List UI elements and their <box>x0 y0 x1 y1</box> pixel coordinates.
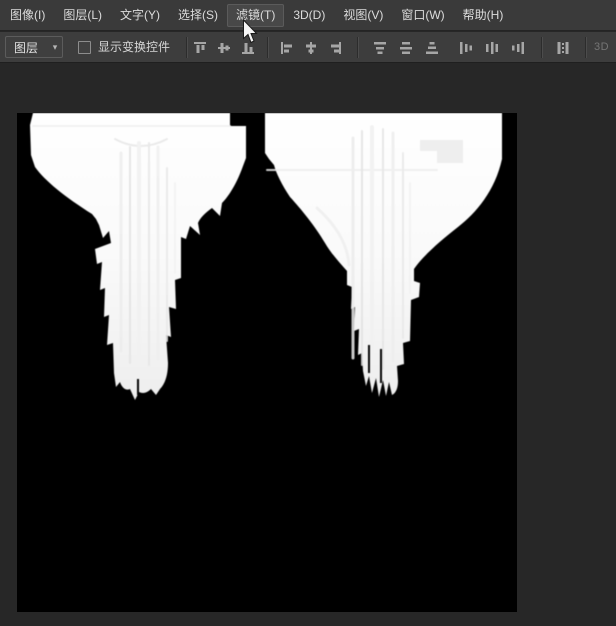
workspace <box>0 63 616 626</box>
align-right-edges-icon <box>327 40 343 56</box>
align-left-edges-button[interactable] <box>276 37 298 59</box>
separator <box>541 37 542 58</box>
distribute-bottom-edges-icon <box>424 40 440 56</box>
distribute-bottom-edges-button[interactable] <box>421 37 443 59</box>
distribute-top-edges-icon <box>372 40 388 56</box>
menu-list: 图像(I) 图层(L) 文字(Y) 选择(S) 滤镜(T) 3D(D) 视图(V… <box>0 0 616 27</box>
menu-item[interactable]: 视图(V) <box>334 4 392 27</box>
show-transform-controls-checkbox[interactable] <box>78 41 91 54</box>
menu-item[interactable]: 选择(S) <box>169 4 227 27</box>
align-vertical-centers-button[interactable] <box>213 37 235 59</box>
menu-bar: 图像(I) 图层(L) 文字(Y) 选择(S) 滤镜(T) 3D(D) 视图(V… <box>0 0 616 31</box>
align-left-edges-icon <box>279 40 295 56</box>
show-transform-controls-label: 显示变换控件 <box>98 32 170 63</box>
align-horizontal-centers-icon <box>303 40 319 56</box>
align-right-edges-button[interactable] <box>324 37 346 59</box>
align-target-value: 图层 <box>6 39 48 56</box>
distribute-left-edges-icon <box>458 40 474 56</box>
align-horizontal-centers-button[interactable] <box>300 37 322 59</box>
distribute-spacing-button[interactable] <box>552 37 574 59</box>
depth-map-image <box>17 113 517 612</box>
align-top-edges-icon <box>192 40 208 56</box>
menu-item[interactable]: 3D(D) <box>284 4 334 27</box>
menu-item[interactable]: 帮助(H) <box>454 4 513 27</box>
separator <box>267 37 268 58</box>
separator <box>186 37 187 58</box>
align-target-select[interactable]: 图层 ▾ <box>5 36 63 58</box>
chevron-down-icon: ▾ <box>48 42 62 53</box>
distribute-vertical-centers-icon <box>398 40 414 56</box>
document-canvas[interactable] <box>17 113 517 612</box>
distribute-right-edges-icon <box>510 40 526 56</box>
align-top-edges-button[interactable] <box>189 37 211 59</box>
menu-item[interactable]: 窗口(W) <box>392 4 453 27</box>
distribute-horizontal-centers-button[interactable] <box>481 37 503 59</box>
mode-3d-button[interactable]: 3D <box>594 32 609 63</box>
menu-item[interactable]: 图像(I) <box>1 4 54 27</box>
separator <box>585 37 586 58</box>
align-vertical-centers-icon <box>216 40 232 56</box>
separator <box>357 37 358 58</box>
menu-item[interactable]: 文字(Y) <box>111 4 169 27</box>
distribute-top-edges-button[interactable] <box>369 37 391 59</box>
drip-notches <box>137 345 382 395</box>
menu-item[interactable]: 图层(L) <box>54 4 111 27</box>
distribute-right-edges-button[interactable] <box>507 37 529 59</box>
distribute-spacing-icon <box>555 40 571 56</box>
distribute-vertical-centers-button[interactable] <box>395 37 417 59</box>
mouse-cursor-icon <box>242 19 258 44</box>
distribute-horizontal-centers-icon <box>484 40 500 56</box>
distribute-left-edges-button[interactable] <box>455 37 477 59</box>
tool-options-bar: 图层 ▾ 显示变换控件 <box>0 32 616 63</box>
